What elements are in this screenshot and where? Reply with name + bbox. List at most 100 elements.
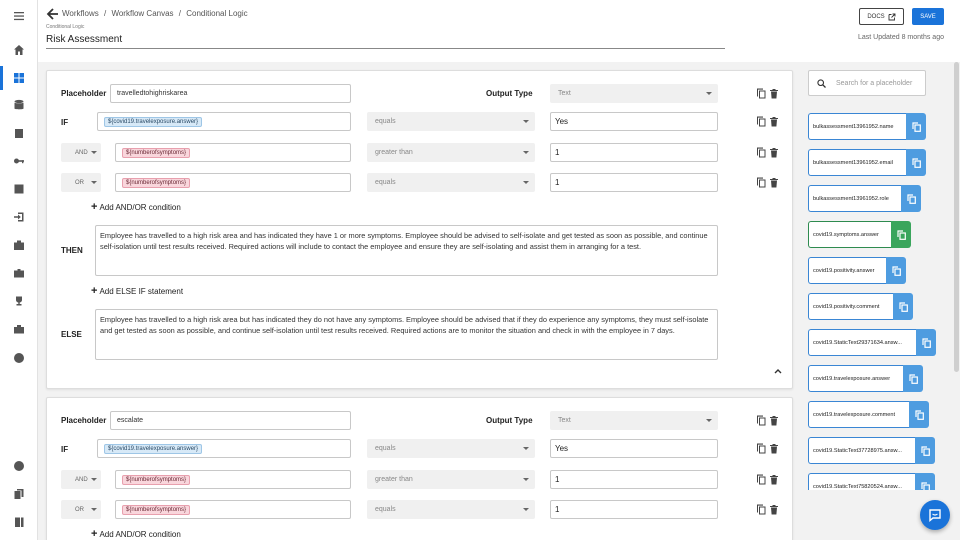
clipboard-check-icon[interactable] [10, 124, 28, 142]
library-icon[interactable] [10, 513, 28, 531]
condition-value-input[interactable]: Yes [550, 439, 718, 458]
condition-operator-select[interactable]: equals [367, 173, 535, 192]
chevron-up-icon[interactable] [774, 368, 782, 374]
placeholder-item[interactable]: covid19.symptoms.answer [808, 221, 911, 248]
delete-icon[interactable] [769, 504, 779, 515]
condition-operator-select[interactable]: equals [367, 439, 535, 458]
condition-value-input[interactable]: Yes [550, 112, 718, 131]
placeholder-input[interactable]: travelledtohighriskarea [110, 84, 351, 103]
copy-icon[interactable] [756, 443, 766, 454]
placeholder-item[interactable]: covid19.travelexposure.answer [808, 365, 923, 392]
copy-icon[interactable] [756, 88, 766, 99]
copy-placeholder-button[interactable] [906, 113, 926, 140]
condition-operator-select[interactable]: greater than [367, 143, 535, 162]
face-icon[interactable] [10, 457, 28, 475]
condition-operator-select[interactable]: equals [367, 112, 535, 131]
copy-icon[interactable] [756, 147, 766, 158]
condition-value-input[interactable]: 1 [550, 173, 718, 192]
joiner-select-and[interactable]: AND [61, 470, 101, 489]
else-textarea[interactable]: Employee has travelled to a high risk ar… [95, 309, 718, 360]
delete-icon[interactable] [769, 88, 779, 99]
then-label: THEN [61, 246, 83, 255]
placeholder-search[interactable]: Search for a placeholder [808, 70, 926, 96]
grid-icon[interactable] [10, 69, 28, 87]
documents-icon[interactable] [10, 485, 28, 503]
copy-placeholder-button[interactable] [886, 257, 906, 284]
condition-variable-input[interactable]: ${numberofsymptoms} [115, 500, 351, 519]
copy-placeholder-button[interactable] [906, 149, 926, 176]
help-icon[interactable] [10, 349, 28, 367]
condition-variable-input[interactable]: ${numberofsymptoms} [115, 143, 351, 162]
condition-variable-input[interactable]: ${numberofsymptoms} [115, 173, 351, 192]
output-type-select[interactable]: Text [550, 411, 718, 430]
title-input[interactable]: Risk Assessment [46, 34, 725, 49]
copy-icon[interactable] [756, 415, 766, 426]
delete-icon[interactable] [769, 415, 779, 426]
joiner-select-and[interactable]: AND [61, 143, 101, 162]
home-icon[interactable] [10, 41, 28, 59]
copy-icon [914, 409, 924, 420]
briefcase-icon[interactable] [10, 264, 28, 282]
menu-icon[interactable] [10, 7, 28, 25]
add-condition-button[interactable]: + Add AND/OR condition [91, 201, 181, 213]
copy-icon[interactable] [756, 116, 766, 127]
back-arrow-icon[interactable] [46, 7, 60, 21]
breadcrumb-workflows[interactable]: Workflows [62, 9, 99, 18]
sign-in-icon[interactable] [10, 208, 28, 226]
placeholder-item[interactable]: covid19.StaticText75820524.answ... [808, 473, 935, 490]
copy-placeholder-button[interactable] [903, 365, 923, 392]
add-else-if-button[interactable]: + Add ELSE IF statement [91, 285, 183, 297]
page-scrollbar[interactable] [954, 62, 959, 372]
copy-placeholder-button[interactable] [901, 185, 921, 212]
docs-button[interactable]: DOCS [859, 8, 904, 25]
variable-chip: ${covid19.travelexposure.answer} [104, 116, 203, 127]
condition-value-input[interactable]: 1 [550, 500, 718, 519]
output-type-select[interactable]: Text [550, 84, 718, 103]
joiner-select-or[interactable]: OR [61, 500, 101, 519]
contact-card-icon[interactable] [10, 180, 28, 198]
save-button[interactable]: SAVE [912, 8, 944, 25]
placeholder-item[interactable]: bulkassessment13961952.email [808, 149, 926, 176]
delete-icon[interactable] [769, 147, 779, 158]
copy-icon[interactable] [756, 177, 766, 188]
key-icon[interactable] [10, 152, 28, 170]
condition-value-input[interactable]: 1 [550, 470, 718, 489]
then-textarea[interactable]: Employee has travelled to a high risk ar… [95, 225, 718, 276]
condition-operator-select[interactable]: greater than [367, 470, 535, 489]
condition-value-input[interactable]: 1 [550, 143, 718, 162]
joiner-select-or[interactable]: OR [61, 173, 101, 192]
placeholder-item[interactable]: bulkassessment13961952.name [808, 113, 926, 140]
placeholder-item[interactable]: covid19.positivity.answer [808, 257, 906, 284]
condition-variable-input[interactable]: ${numberofsymptoms} [115, 470, 351, 489]
else-label: ELSE [61, 330, 82, 339]
breadcrumb-workflow-canvas[interactable]: Workflow Canvas [111, 9, 173, 18]
placeholder-item[interactable]: covid19.positivity.comment [808, 293, 913, 320]
copy-placeholder-button[interactable] [916, 329, 936, 356]
placeholder-item[interactable]: covid19.StaticText37728975.answ... [808, 437, 935, 464]
chat-button[interactable] [920, 500, 950, 530]
delete-icon[interactable] [769, 443, 779, 454]
delete-icon[interactable] [769, 116, 779, 127]
copy-placeholder-button[interactable] [893, 293, 913, 320]
copy-placeholder-button[interactable] [915, 473, 935, 490]
delete-icon[interactable] [769, 177, 779, 188]
placeholder-input[interactable]: escalate [110, 411, 351, 430]
condition-variable-input[interactable]: ${covid19.travelexposure.answer} [97, 112, 351, 131]
delete-icon[interactable] [769, 474, 779, 485]
condition-variable-input[interactable]: ${covid19.travelexposure.answer} [97, 439, 351, 458]
placeholder-item[interactable]: covid19.travelexposure.comment [808, 401, 929, 428]
placeholder-item[interactable]: covid19.StaticText29371634.answ... [808, 329, 936, 356]
trophy-icon[interactable] [10, 292, 28, 310]
copy-icon[interactable] [756, 504, 766, 515]
condition-operator-select[interactable]: equals [367, 500, 535, 519]
copy-placeholder-button[interactable] [915, 437, 935, 464]
copy-placeholder-button[interactable] [909, 401, 929, 428]
toolbox-icon[interactable] [10, 320, 28, 338]
database-icon[interactable] [10, 96, 28, 114]
copy-placeholder-button[interactable] [891, 221, 911, 248]
medical-bag-icon[interactable] [10, 236, 28, 254]
left-nav [0, 0, 38, 540]
placeholder-item[interactable]: bulkassessment13961952.role [808, 185, 921, 212]
add-condition-button[interactable]: + Add AND/OR condition [91, 528, 181, 540]
copy-icon[interactable] [756, 474, 766, 485]
